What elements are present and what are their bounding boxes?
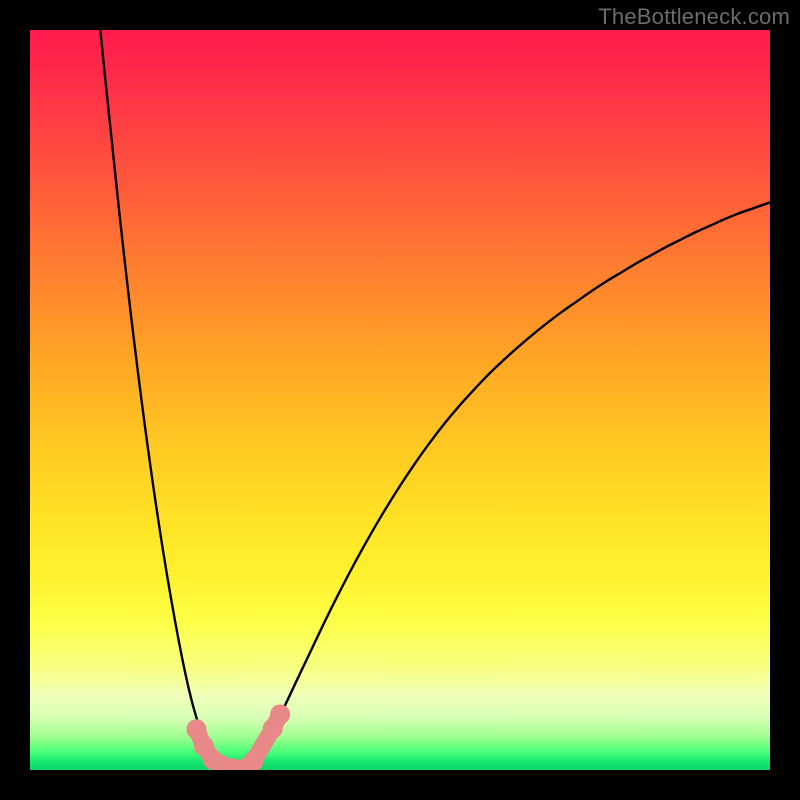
- watermark-text: TheBottleneck.com: [598, 4, 790, 30]
- marker-group: [187, 705, 291, 771]
- marker-dot: [270, 705, 290, 725]
- curve-left-branch: [100, 30, 241, 770]
- curve-right-branch: [241, 202, 770, 770]
- plot-area: [30, 30, 770, 770]
- marker-dot: [187, 719, 207, 739]
- curves-svg: [30, 30, 770, 770]
- chart-frame: TheBottleneck.com: [0, 0, 800, 800]
